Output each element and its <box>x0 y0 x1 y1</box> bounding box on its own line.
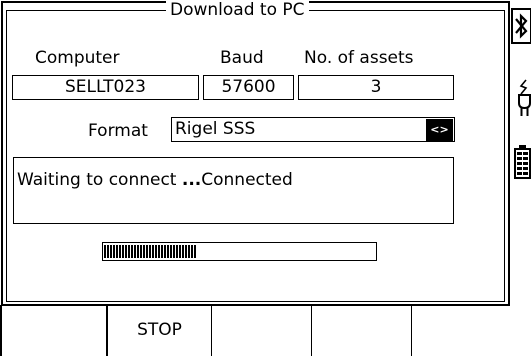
status-dots: ... <box>181 170 202 190</box>
format-label: Format <box>88 121 148 141</box>
progress-fill <box>104 245 196 258</box>
softkey-5[interactable] <box>411 305 511 356</box>
status-box: Waiting to connect ...Connected <box>13 157 454 224</box>
assets-label: No. of assets <box>304 48 414 68</box>
baud-field[interactable]: 57600 <box>203 75 294 100</box>
status-connected: Connected <box>201 170 293 190</box>
battery-icon <box>514 145 531 179</box>
baud-label: Baud <box>220 48 264 68</box>
softkey-1[interactable] <box>2 305 107 356</box>
computer-label: Computer <box>35 48 120 68</box>
progress-bar <box>102 242 377 261</box>
format-cycle-button[interactable]: <> <box>426 119 453 141</box>
computer-field[interactable]: SELLT023 <box>12 75 199 100</box>
status-prefix: Waiting to connect <box>17 170 182 190</box>
format-select[interactable]: Rigel SSS <box>171 117 455 142</box>
softkey-bar: STOP <box>0 305 511 356</box>
power-plug-icon <box>518 79 531 116</box>
assets-field[interactable]: 3 <box>298 75 454 100</box>
softkey-4[interactable] <box>311 305 412 356</box>
bluetooth-icon <box>511 8 531 44</box>
dialog-title: Download to PC <box>166 0 309 20</box>
softkey-3[interactable] <box>209 305 312 356</box>
stop-button[interactable]: STOP <box>106 305 212 356</box>
